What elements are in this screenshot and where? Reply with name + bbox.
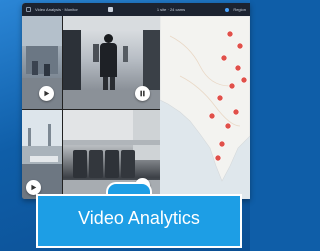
map-marker[interactable]	[226, 30, 234, 38]
layout-icon[interactable]	[107, 7, 113, 12]
map-marker[interactable]	[208, 112, 216, 120]
map-marker[interactable]	[232, 108, 240, 116]
toolbar-title: Video Analysis · Monitor	[35, 7, 78, 12]
pause-icon[interactable]	[135, 86, 150, 101]
map-marker[interactable]	[224, 122, 232, 130]
app-window: Video Analysis · Monitor 1 site · 24 cam…	[22, 3, 250, 199]
map-marker[interactable]	[220, 54, 228, 62]
map-marker[interactable]	[228, 82, 236, 90]
window-menu-icon[interactable]	[26, 7, 31, 12]
toolbar-region[interactable]: Region	[233, 7, 246, 12]
map-canvas[interactable]	[160, 16, 250, 199]
map-marker[interactable]	[216, 94, 224, 102]
play-icon[interactable]	[39, 86, 54, 101]
caption-badge: Video Analytics	[28, 182, 250, 251]
app-toolbar: Video Analysis · Monitor 1 site · 24 cam…	[22, 3, 250, 16]
toolbar-center-text: 1 site · 24 cams	[156, 7, 186, 12]
badge-label: Video Analytics	[78, 208, 200, 228]
map-marker[interactable]	[218, 140, 226, 148]
location-icon	[225, 7, 230, 12]
video-grid	[22, 16, 161, 199]
map-marker[interactable]	[236, 42, 244, 50]
video-tile-1[interactable]	[22, 16, 62, 109]
video-tile-2[interactable]	[63, 16, 161, 109]
map-marker[interactable]	[234, 64, 242, 72]
map-panel[interactable]	[160, 16, 250, 199]
map-marker[interactable]	[240, 76, 248, 84]
map-marker[interactable]	[214, 154, 222, 162]
